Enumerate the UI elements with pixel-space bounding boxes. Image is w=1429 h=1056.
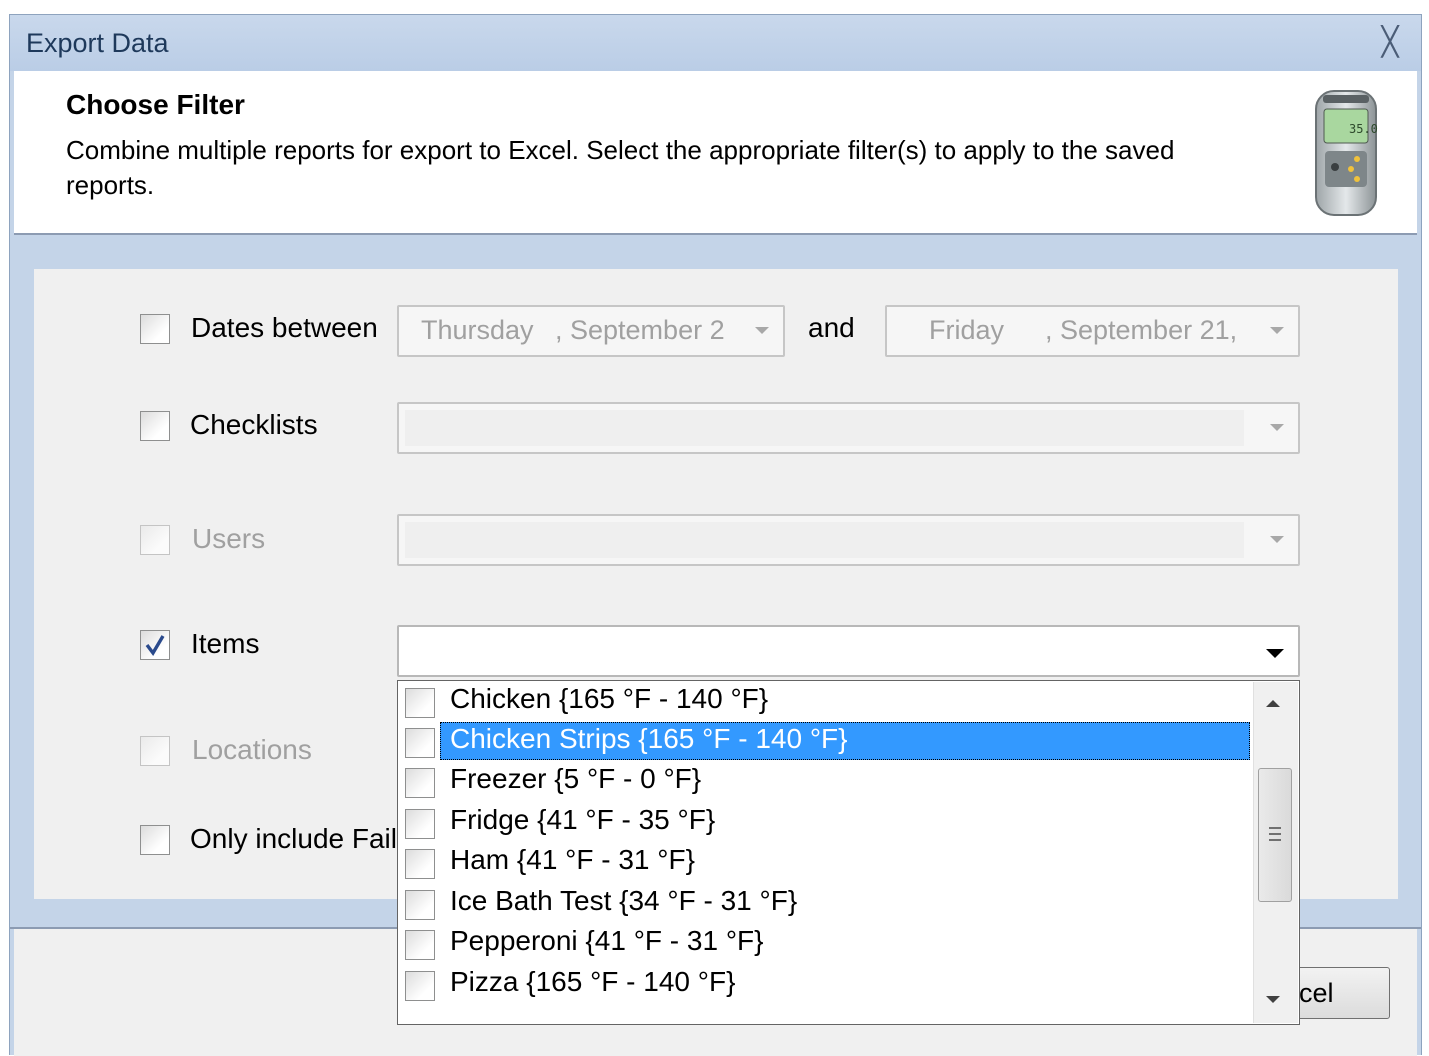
cancel-button-label: cel: [1299, 978, 1334, 1008]
checklists-checkbox[interactable]: [140, 411, 170, 441]
list-item-checkbox[interactable]: [405, 768, 435, 798]
scroll-down-icon[interactable]: [1266, 996, 1280, 1003]
scroll-up-icon[interactable]: [1266, 700, 1280, 707]
list-item[interactable]: Freezer {5 °F - 0 °F}: [398, 761, 1253, 801]
items-dropdown-list[interactable]: Chicken {165 °F - 140 °F} Chicken Strips…: [397, 680, 1300, 1025]
from-date: , September 2: [555, 315, 725, 345]
failed-only-checkbox[interactable]: [140, 825, 170, 855]
items-label: Items: [191, 628, 260, 659]
from-date-picker[interactable]: Thursday , September 2: [397, 305, 785, 357]
close-icon[interactable]: ╳: [1373, 26, 1407, 58]
and-label: and: [808, 312, 855, 343]
list-item-checkbox[interactable]: [405, 849, 435, 879]
users-combo[interactable]: [397, 514, 1300, 566]
list-item-checkbox[interactable]: [405, 890, 435, 920]
locations-label: Locations: [192, 734, 312, 765]
failed-only-label: Only include Fail: [190, 823, 397, 854]
to-day: Friday: [929, 315, 1005, 345]
list-item-label: Ice Bath Test {34 °F - 31 °F}: [450, 885, 798, 916]
list-item-checkbox[interactable]: [405, 809, 435, 839]
to-date: , September 21,: [1045, 315, 1238, 345]
thermometer-device-icon: 35.0: [1315, 90, 1378, 216]
list-item-checkbox[interactable]: [405, 688, 435, 718]
locations-checkbox[interactable]: [140, 736, 170, 766]
list-item-checkbox[interactable]: [405, 971, 435, 1001]
page-description: Combine multiple reports for export to E…: [66, 135, 1175, 200]
list-item-label: Chicken Strips {165 °F - 140 °F}: [450, 723, 848, 754]
checklists-label: Checklists: [190, 409, 318, 440]
list-item[interactable]: Ice Bath Test {34 °F - 31 °F}: [398, 883, 1253, 923]
chevron-down-icon[interactable]: [1270, 536, 1284, 543]
items-checkbox[interactable]: [140, 630, 170, 660]
list-item-selected[interactable]: Chicken Strips {165 °F - 140 °F}: [398, 721, 1253, 761]
chevron-down-icon[interactable]: [1270, 424, 1284, 431]
users-checkbox[interactable]: [140, 525, 170, 555]
scroll-thumb[interactable]: [1258, 768, 1292, 902]
from-day: Thursday: [421, 315, 534, 345]
window-title: Export Data: [26, 28, 169, 58]
list-item[interactable]: Pizza {165 °F - 140 °F}: [398, 964, 1253, 1004]
list-item-label: Fridge {41 °F - 35 °F}: [450, 804, 716, 835]
list-item[interactable]: Chicken {165 °F - 140 °F}: [398, 681, 1253, 721]
list-item-label: Chicken {165 °F - 140 °F}: [450, 683, 769, 714]
dates-label: Dates between: [191, 312, 378, 343]
dates-checkbox[interactable]: [140, 314, 170, 344]
wizard-header: Choose Filter Combine multiple reports f…: [14, 71, 1417, 235]
chevron-down-icon[interactable]: [755, 327, 769, 334]
list-item-label: Pepperoni {41 °F - 31 °F}: [450, 925, 764, 956]
checklists-combo[interactable]: [397, 402, 1300, 454]
list-item-label: Freezer {5 °F - 0 °F}: [450, 763, 702, 794]
list-item-label: Ham {41 °F - 31 °F}: [450, 844, 695, 875]
list-item[interactable]: Fridge {41 °F - 35 °F}: [398, 802, 1253, 842]
chevron-down-icon[interactable]: [1270, 327, 1284, 334]
items-combo[interactable]: [397, 625, 1300, 677]
to-date-picker[interactable]: Friday , September 21,: [885, 305, 1300, 357]
chevron-down-icon[interactable]: [1266, 649, 1284, 658]
users-label: Users: [192, 523, 266, 554]
svg-text:35.0: 35.0: [1349, 122, 1378, 136]
list-item-checkbox[interactable]: [405, 728, 435, 758]
list-item[interactable]: Pepperoni {41 °F - 31 °F}: [398, 923, 1253, 963]
checkmark-icon: [145, 635, 165, 657]
vertical-scrollbar[interactable]: [1253, 682, 1298, 1023]
list-item-checkbox[interactable]: [405, 930, 435, 960]
grip-icon: [1269, 827, 1281, 841]
users-combo-field: [405, 522, 1244, 558]
page-title: Choose Filter: [66, 89, 245, 120]
title-bar[interactable]: Export Data ╳: [10, 15, 1421, 71]
list-item-label: Pizza {165 °F - 140 °F}: [450, 966, 736, 997]
list-item[interactable]: Ham {41 °F - 31 °F}: [398, 842, 1253, 882]
checklists-combo-field: [405, 410, 1244, 446]
